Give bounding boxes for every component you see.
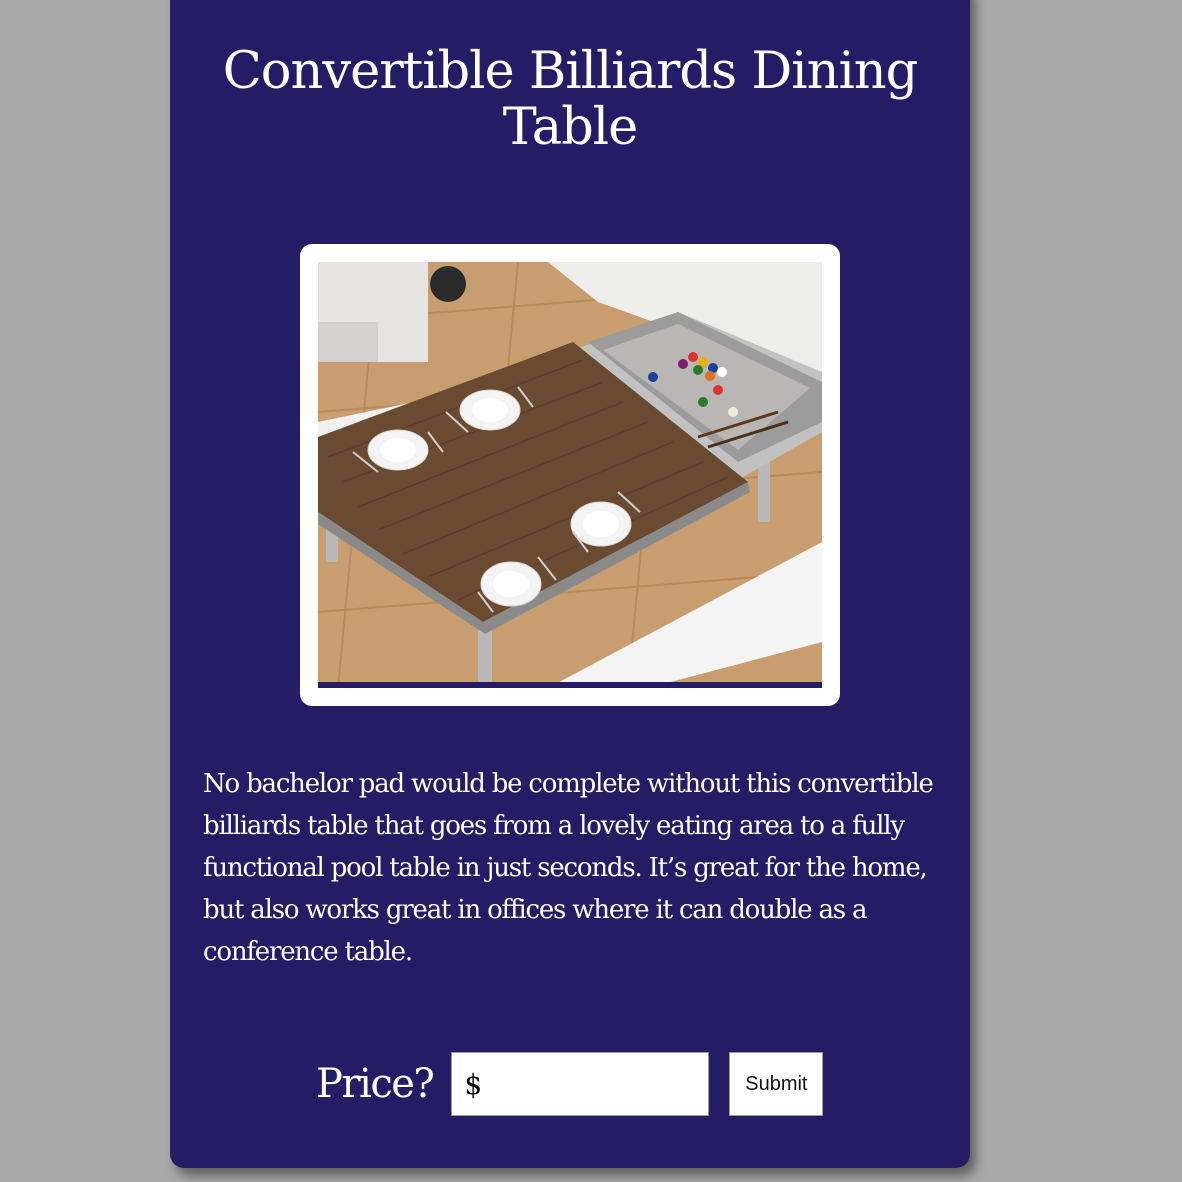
price-input[interactable] — [452, 1053, 709, 1115]
product-title: Convertible Billiards Dining Table — [222, 42, 919, 157]
price-label: Price? — [316, 1061, 435, 1107]
product-image — [318, 262, 822, 688]
submit-button[interactable]: Submit — [729, 1052, 824, 1116]
product-description: No bachelor pad would be complete withou… — [203, 769, 934, 967]
product-card: Convertible Billiards Dining Table No ba… — [170, 0, 970, 1168]
product-image-frame — [300, 244, 840, 706]
price-form: Price? Submit — [316, 1052, 824, 1116]
price-input-wrapper — [451, 1052, 710, 1116]
